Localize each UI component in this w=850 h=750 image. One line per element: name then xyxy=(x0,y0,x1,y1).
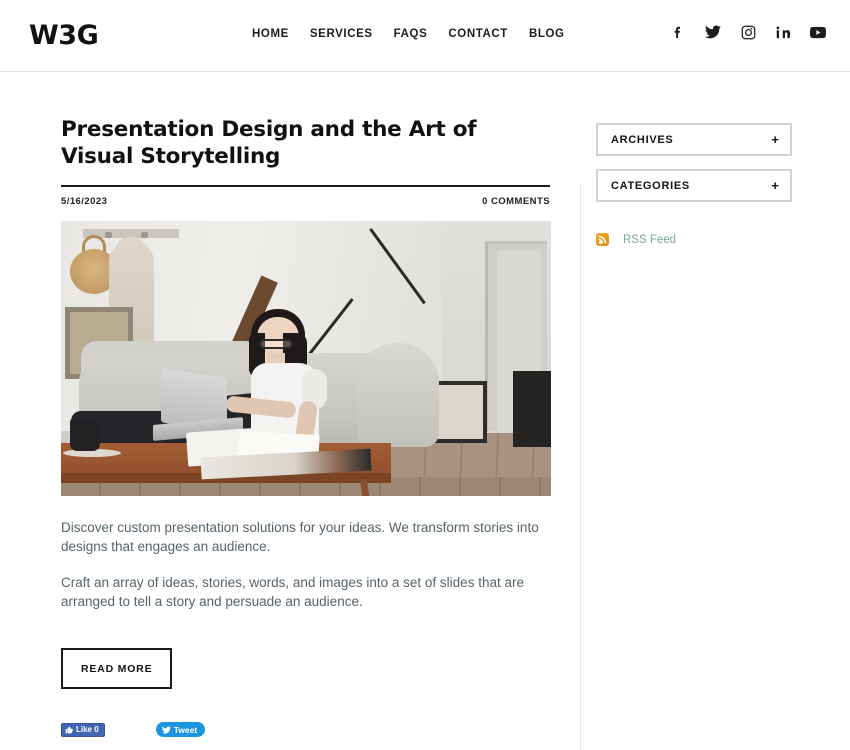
plus-icon[interactable]: + xyxy=(771,133,779,146)
twitter-tweet-label: Tweet xyxy=(173,724,198,735)
share-buttons: Like 0 Tweet xyxy=(61,722,580,737)
widget-categories[interactable]: CATEGORIES + xyxy=(596,169,792,202)
site-logo[interactable]: W3G xyxy=(29,20,99,51)
facebook-icon[interactable] xyxy=(670,24,686,40)
twitter-icon[interactable] xyxy=(705,24,721,40)
post-meta: 5/16/2023 0 COMMENTS xyxy=(61,184,550,207)
nav-faqs[interactable]: FAQS xyxy=(394,28,428,40)
widget-categories-label: CATEGORIES xyxy=(611,179,690,192)
site-header: W3G HOME SERVICES FAQS CONTACT BLOG xyxy=(0,0,850,72)
post-featured-image xyxy=(61,220,551,496)
thumbs-up-icon xyxy=(65,725,73,734)
plus-icon[interactable]: + xyxy=(771,179,779,192)
read-more-button[interactable]: READ MORE xyxy=(61,648,173,689)
post-paragraph-1: Discover custom presentation solutions f… xyxy=(61,519,539,555)
main-content: Presentation Design and the Art of Visua… xyxy=(0,72,580,750)
facebook-like-label: Like 0 xyxy=(76,725,99,734)
twitter-bird-icon xyxy=(161,725,171,734)
page-title: Presentation Design and the Art of Visua… xyxy=(61,117,477,169)
facebook-like-button[interactable]: Like 0 xyxy=(61,722,105,737)
rss-icon xyxy=(596,233,609,246)
post-date: 5/16/2023 xyxy=(61,195,108,207)
sidebar: ARCHIVES + CATEGORIES + RSS Feed xyxy=(580,72,850,750)
linkedin-icon[interactable] xyxy=(775,24,791,40)
main-navigation: HOME SERVICES FAQS CONTACT BLOG xyxy=(252,28,565,40)
nav-blog[interactable]: BLOG xyxy=(529,28,565,40)
post-comment-count[interactable]: 0 COMMENTS xyxy=(482,196,550,207)
content-sidebar-divider xyxy=(580,184,581,750)
rss-feed-label: RSS Feed xyxy=(623,233,677,246)
nav-contact[interactable]: CONTACT xyxy=(448,28,508,40)
widget-archives[interactable]: ARCHIVES + xyxy=(596,123,792,156)
post-body: Discover custom presentation solutions f… xyxy=(61,518,539,612)
post-paragraph-2: Craft an array of ideas, stories, words,… xyxy=(61,574,524,610)
widget-archives-label: ARCHIVES xyxy=(611,133,674,146)
rss-feed-link[interactable]: RSS Feed xyxy=(596,233,850,246)
nav-home[interactable]: HOME xyxy=(252,28,289,40)
twitter-tweet-button[interactable]: Tweet xyxy=(155,722,206,737)
page-body: Presentation Design and the Art of Visua… xyxy=(0,72,850,750)
nav-services[interactable]: SERVICES xyxy=(310,28,373,40)
youtube-icon[interactable] xyxy=(810,24,826,40)
social-links xyxy=(670,24,826,40)
instagram-icon[interactable] xyxy=(740,24,756,40)
